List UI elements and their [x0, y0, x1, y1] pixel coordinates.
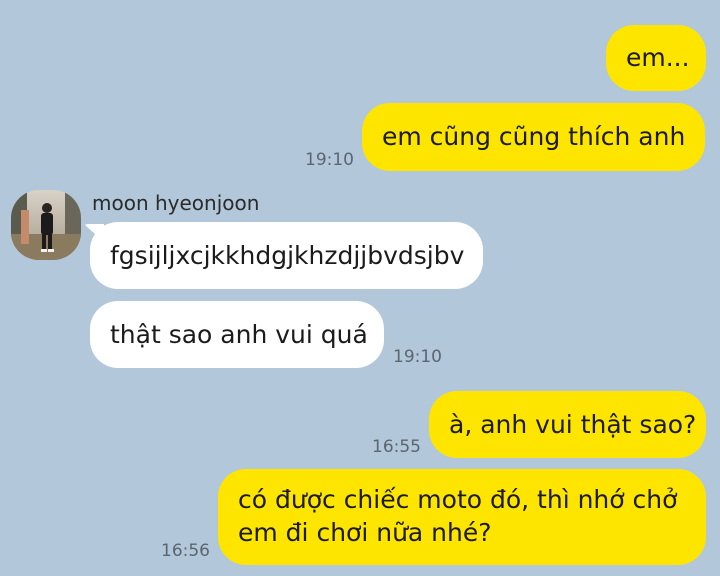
incoming-message-bubble[interactable]: thật sao anh vui quá [90, 301, 384, 368]
profile-photo-icon [11, 190, 81, 260]
message-timestamp: 19:10 [305, 150, 354, 170]
contact-avatar[interactable] [11, 190, 81, 260]
message-text-line: em đi chơi nữa nhé? [238, 518, 492, 547]
sender-name: moon hyeonjoon [92, 191, 260, 215]
message-timestamp: 19:10 [393, 347, 442, 367]
message-text-line: có được chiếc moto đó, thì nhớ chở [238, 485, 678, 514]
message-text: em... [626, 43, 690, 72]
outgoing-message-bubble[interactable]: em... [606, 25, 706, 91]
message-text: thật sao anh vui quá [110, 320, 368, 349]
message-text: em cũng cũng thích anh [382, 122, 686, 151]
outgoing-message-bubble[interactable]: có được chiếc moto đó, thì nhớ chở em đi… [218, 469, 706, 565]
message-text: à, anh vui thật sao? [449, 410, 697, 439]
message-text: fgsijljxcjkkhdgjkhzdjjbvdsjbv [110, 241, 465, 270]
incoming-message-bubble[interactable]: fgsijljxcjkkhdgjkhzdjjbvdsjbv [90, 222, 483, 289]
message-timestamp: 16:55 [372, 437, 421, 457]
outgoing-message-bubble[interactable]: à, anh vui thật sao? [429, 391, 706, 458]
message-timestamp: 16:56 [161, 541, 210, 561]
outgoing-message-bubble[interactable]: em cũng cũng thích anh [362, 103, 705, 171]
chat-message-list[interactable]: em... 19:10 em cũng cũng thích anh moon … [0, 0, 720, 576]
